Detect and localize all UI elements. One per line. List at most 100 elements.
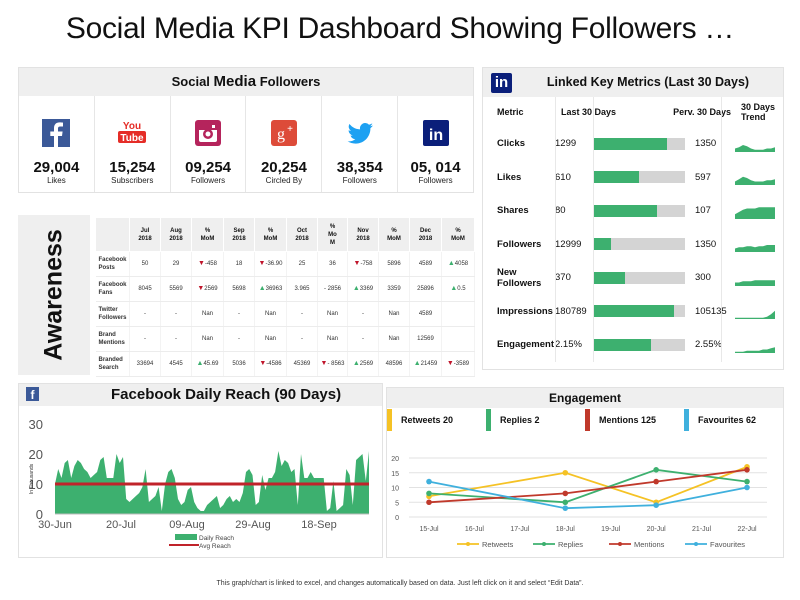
table-cell: 5569 — [160, 276, 192, 302]
table-cell: 12569 — [409, 326, 442, 352]
row-label: Facebook Posts — [95, 251, 130, 277]
cell-value: 2569 — [204, 286, 218, 292]
social-follower-card[interactable]: 38,354 Followers — [322, 96, 399, 192]
table-cell: - — [129, 301, 161, 327]
cell-value: 50 — [141, 261, 149, 267]
cell-value: - — [362, 336, 364, 342]
sparkline-area — [735, 346, 775, 353]
social-follower-card[interactable]: in 05, 014 Followers — [398, 96, 473, 192]
sparkline — [735, 207, 775, 219]
awareness-side-label: Awareness — [18, 215, 90, 375]
metric-comparison-bar — [593, 238, 685, 251]
data-point-mentions — [653, 478, 659, 485]
x-tick-label: 19-Jul — [601, 526, 621, 533]
table-cell: Nan — [191, 301, 224, 327]
cell-value: 5698 — [232, 286, 246, 292]
legend-label-daily-reach: Daily Reach — [199, 535, 234, 542]
engagement-summary-card[interactable]: Favourites 62 — [684, 409, 783, 431]
svg-text:Tube: Tube — [121, 133, 145, 144]
engagement-chart[interactable]: 0 5 10 15 20 15-Jul 16-Jul 17-Jul 18-Jul 19-Jul 20… — [387, 432, 783, 556]
facebook-reach-chart[interactable]: 0102030In Thousands30-Jun 20-Jul 09-Aug 29-… — [19, 406, 382, 557]
color-marker — [585, 409, 590, 431]
google-plus-icon: g + — [269, 118, 299, 148]
table-cell: - — [160, 326, 192, 352]
x-tick-label: 29-Aug — [235, 519, 270, 531]
table-cell: Nan — [378, 326, 410, 352]
metric-prev-30-days: 2.55% — [695, 339, 722, 351]
column-divider — [721, 97, 722, 362]
table-cell: ▼- 8563 — [317, 351, 348, 377]
table-cell — [441, 301, 475, 327]
social-follower-card[interactable]: You Tube 15,254 Subscribers — [95, 96, 171, 192]
y-tick-label: 10 — [391, 486, 399, 493]
metric-row: New Followers 370 300 — [483, 261, 783, 295]
color-marker — [684, 409, 689, 431]
engagement-summary-card[interactable]: Replies 2 — [486, 409, 585, 431]
facebook-reach-header: f Facebook Daily Reach (90 Days) — [19, 384, 382, 406]
column-divider — [593, 97, 594, 362]
column-header: %MoM — [441, 217, 475, 252]
cell-value: 48596 — [385, 361, 403, 367]
social-follower-card[interactable]: 09,254 Followers — [171, 96, 247, 192]
row-label: Branded Search — [95, 351, 130, 377]
social-follower-card[interactable]: g +20,254 Circled By — [246, 96, 323, 192]
x-tick-label: 21-Jul — [692, 526, 712, 533]
cell-value: 4589 — [418, 311, 433, 317]
table-cell: - — [223, 301, 255, 327]
cell-value: - — [238, 336, 240, 342]
cell-value: 5569 — [169, 286, 183, 292]
table-cell: 29 — [160, 251, 192, 277]
linkedin-metrics-column-headers: Metric Last 30 Days Perv. 30 Days 30 Day… — [483, 97, 783, 127]
metric-prev-30-days: 107 — [695, 205, 711, 217]
svg-text:You: You — [123, 121, 141, 132]
column-divider — [555, 97, 556, 362]
x-tick-label: 30-Jun — [38, 519, 72, 531]
social-media-followers-panel: Social Media Followers 29,004 Likes You Tub… — [18, 67, 474, 193]
metric-trend-sparkline — [735, 236, 783, 253]
linkedin-metrics-header: in Linked Key Metrics (Last 30 Days) — [483, 68, 783, 97]
engagement-summary-label: Mentions 125 — [599, 415, 657, 425]
engagement-summary-card[interactable]: Retweets 20 — [387, 409, 486, 431]
data-point-retweets — [562, 469, 569, 476]
column-header: Oct 2018 — [286, 217, 318, 252]
cell-value: 36 — [329, 261, 336, 267]
metric-bar-fill — [593, 338, 651, 351]
cell-value: 18 — [235, 261, 243, 267]
sparkline — [735, 279, 775, 286]
metric-trend-sparkline — [735, 136, 783, 152]
metric-comparison-bar — [593, 171, 685, 184]
social-follower-card[interactable]: 29,004 Likes — [19, 96, 95, 192]
table-cell: - — [347, 326, 379, 352]
svg-text:in: in — [428, 127, 442, 144]
data-point-replies — [562, 499, 569, 506]
legend-marker — [694, 542, 698, 546]
column-header: %MoM — [378, 217, 410, 252]
metric-trend-sparkline — [735, 337, 783, 353]
x-tick-label: 17-Jul — [510, 526, 530, 533]
cell-value: - — [238, 311, 240, 317]
engagement-summary-cards: Retweets 20 Replies 2 Mentions 125 Favourit… — [387, 408, 783, 432]
table-cell: 5896 — [378, 251, 410, 277]
awareness-table: Jul 2018 Aug 2018% MoM Sep 2018% MoM Oct 2018% Mo M… — [95, 217, 475, 377]
column-header: Sep 2018 — [223, 217, 255, 252]
table-cell: ▲4058 — [441, 251, 475, 277]
color-marker — [486, 409, 491, 431]
sparkline — [735, 346, 775, 353]
follower-count: 09,254 — [185, 159, 232, 176]
table-cell: ▲45.69 — [191, 351, 224, 377]
metric-row: Engagement 2.15% 2.55% — [483, 328, 783, 362]
trend-up-icon: ▲ — [352, 285, 360, 292]
table-cell: - — [129, 326, 161, 352]
cell-value: 45.69 — [203, 361, 219, 367]
table-cell: 33694 — [129, 351, 161, 377]
y-tick-label: 20 — [29, 447, 43, 462]
y-tick-label: 15 — [391, 471, 399, 478]
table-cell: Nan — [254, 326, 287, 352]
footer-note: This graph/chart is linked to excel, and… — [216, 580, 584, 587]
engagement-summary-card[interactable]: Mentions 125 — [585, 409, 684, 431]
metric-last-30-days: 370 — [555, 272, 571, 284]
follower-count: 05, 014 — [410, 159, 461, 176]
table-cell: 50 — [129, 251, 161, 277]
social-media-followers-header: Social Media Followers — [19, 68, 473, 96]
legend-marker — [466, 542, 470, 546]
